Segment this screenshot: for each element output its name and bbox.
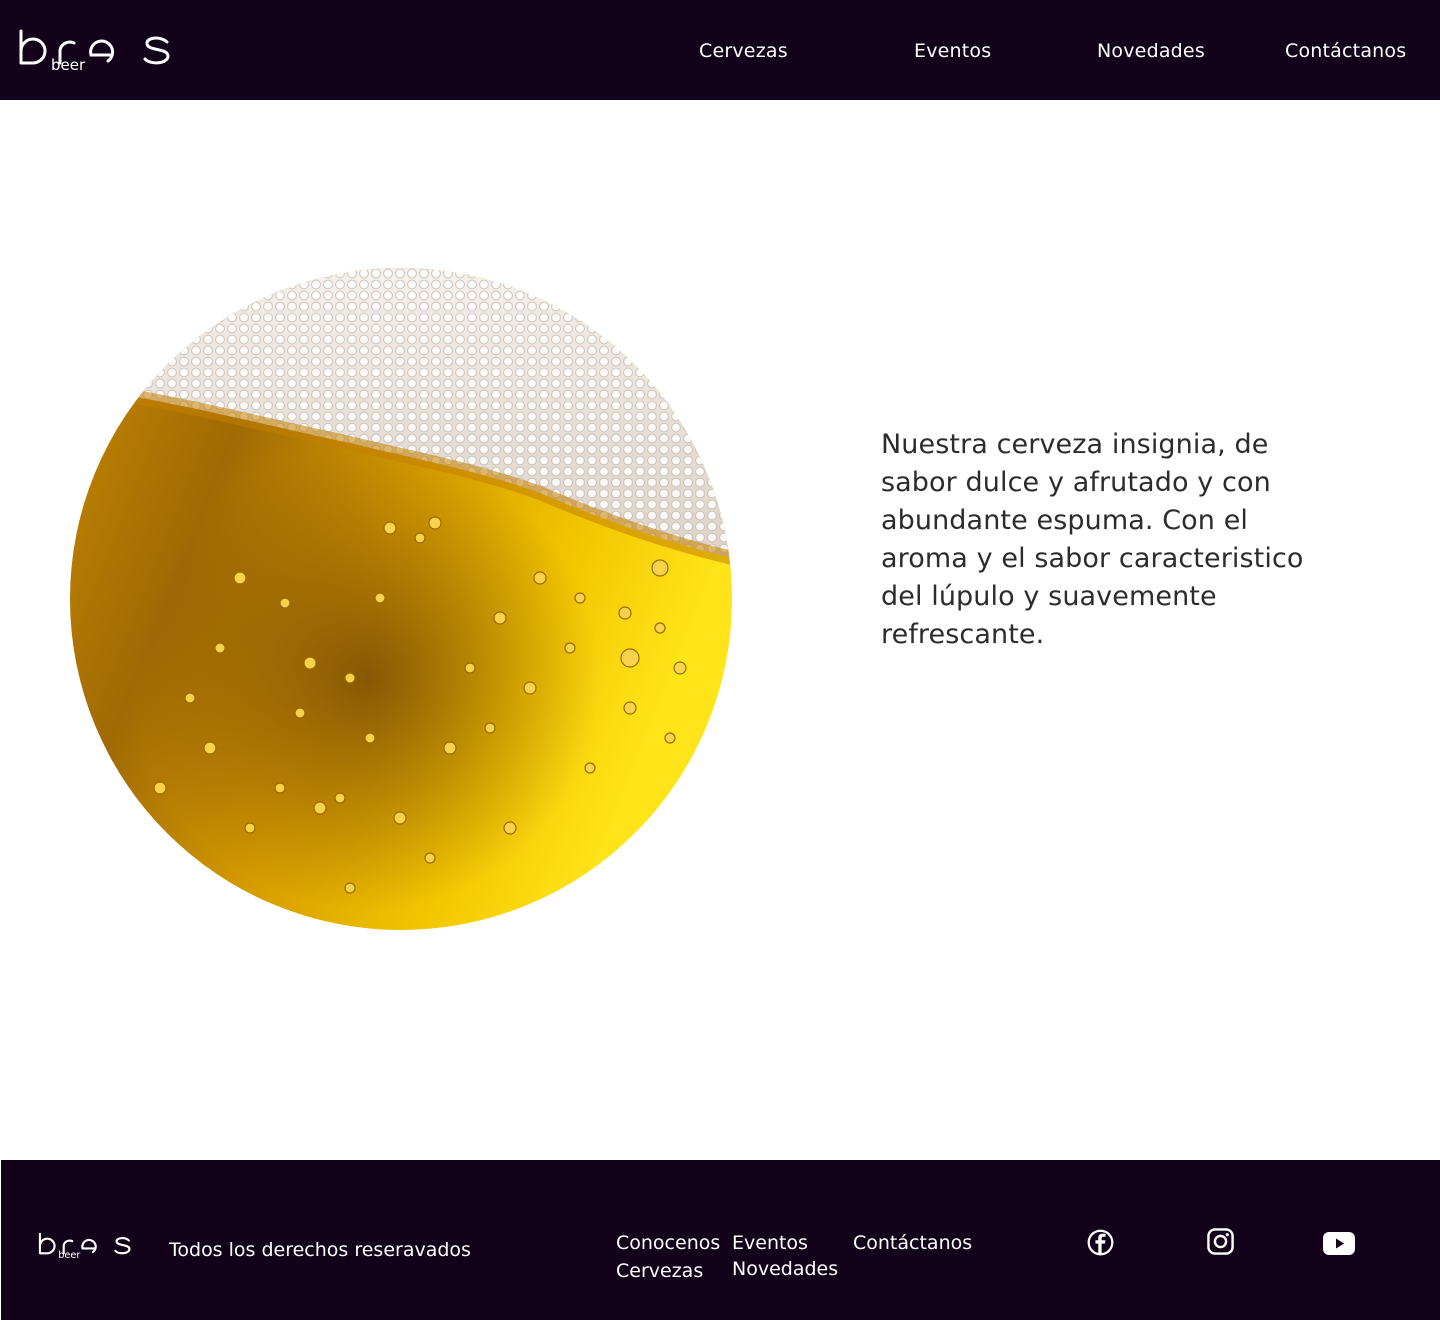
- nav-novedades[interactable]: Novedades: [1097, 38, 1205, 64]
- nav-eventos[interactable]: Eventos: [914, 38, 991, 64]
- nav-contactanos[interactable]: Contáctanos: [1285, 38, 1406, 64]
- nav-cervezas[interactable]: Cervezas: [699, 38, 788, 64]
- site-header: beer Cervezas Eventos Novedades Contácta…: [0, 0, 1440, 100]
- copyright-text: Todos los derechos reseravados: [169, 1239, 471, 1261]
- instagram-icon[interactable]: [1206, 1227, 1235, 1256]
- footer-link-eventos[interactable]: Eventos: [732, 1231, 808, 1255]
- beer-description: Nuestra cerveza insignia, de sabor dulce…: [881, 429, 1304, 650]
- svg-text:beer: beer: [51, 56, 86, 74]
- bres-beer-logo-footer[interactable]: beer: [38, 1232, 132, 1261]
- site-footer: beer Todos los derechos reseravados Cono…: [1, 1160, 1440, 1320]
- footer-link-contactanos[interactable]: Contáctanos: [853, 1231, 972, 1255]
- facebook-icon[interactable]: [1087, 1229, 1114, 1256]
- footer-link-cervezas[interactable]: Cervezas: [616, 1259, 703, 1283]
- footer-link-novedades[interactable]: Novedades: [732, 1257, 838, 1281]
- bres-beer-logo[interactable]: beer: [18, 28, 172, 74]
- beer-photo: [70, 268, 732, 930]
- footer-link-conocenos[interactable]: Conocenos: [616, 1231, 720, 1255]
- svg-text:beer: beer: [58, 1250, 80, 1260]
- youtube-icon[interactable]: [1323, 1232, 1355, 1255]
